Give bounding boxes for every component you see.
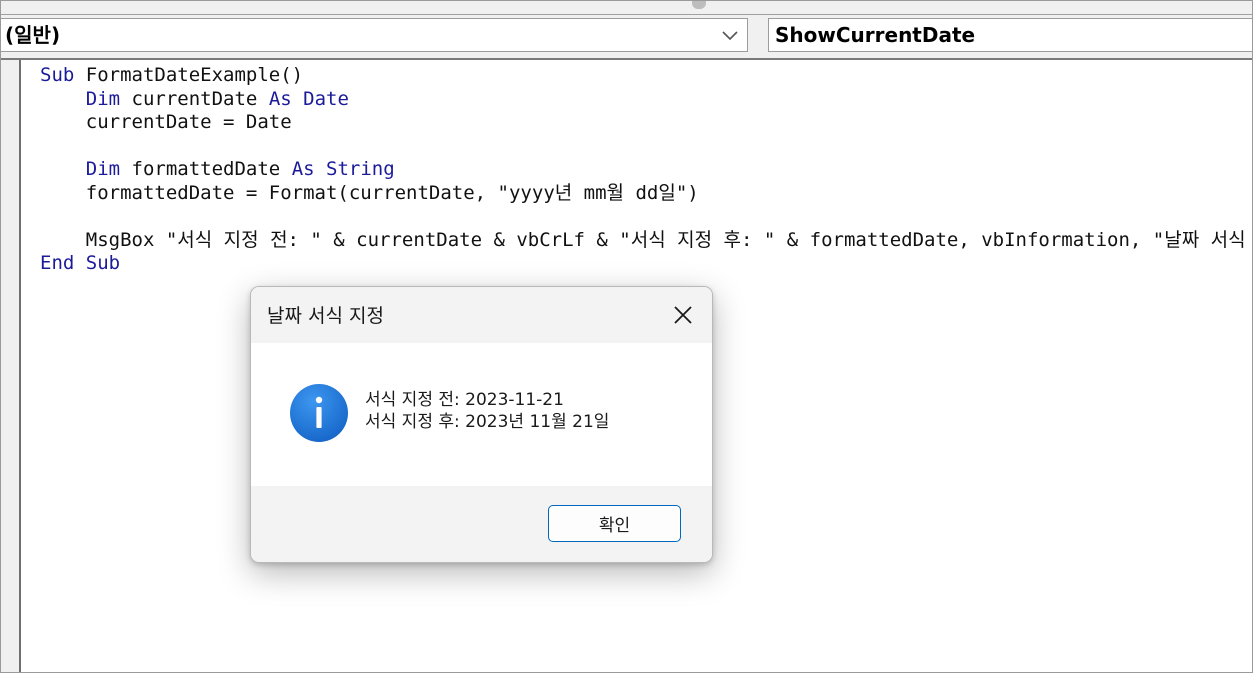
top-splitter[interactable] [0,0,1253,15]
msgbox-dialog: 날짜 서식 지정 서식 지정 전: 2023-11-21 서식 지정 후: 20… [250,286,713,563]
code-line[interactable]: Dim currentDate As Date [40,88,1250,112]
code-line[interactable]: currentDate = Date [40,111,1250,135]
code-keyword: Date [303,87,349,110]
margin-indicator-bar[interactable] [0,60,21,673]
dialog-titlebar[interactable]: 날짜 서식 지정 [251,287,712,343]
dialog-body: 서식 지정 전: 2023-11-21 서식 지정 후: 2023년 11월 2… [251,343,712,486]
dialog-title: 날짜 서식 지정 [267,305,384,327]
ok-button[interactable]: 확인 [548,505,681,542]
object-dropdown[interactable]: (일반) [0,18,748,52]
code-keyword: String [326,158,395,180]
code-text: formattedDate [120,158,292,180]
code-line[interactable] [40,205,1250,229]
code-keyword: Sub [40,64,75,86]
code-line[interactable]: Dim formattedDate As String [40,158,1250,182]
splitter-grip[interactable] [692,0,706,9]
procedure-dropdown-value: ShowCurrentDate [775,23,976,47]
code-keyword: As [291,158,315,180]
code-text: formattedDate = Format(currentDate, "yyy… [40,181,699,204]
object-dropdown-value: (일반) [5,23,61,47]
code-text: currentDate [120,87,269,110]
procedure-dropdown[interactable]: ShowCurrentDate [768,18,1253,52]
code-line[interactable]: formattedDate = Format(currentDate, "yyy… [40,182,1250,206]
code-keyword: As [268,87,292,110]
info-icon [289,383,349,443]
code-keyword: Dim [85,87,121,110]
code-line[interactable] [40,135,1250,159]
code-area[interactable]: Sub FormatDateExample() Dim currentDate … [40,64,1250,276]
code-line[interactable]: MsgBox "서식 지정 전: " & currentDate & vbCrL… [40,229,1250,253]
code-keyword: End Sub [40,252,121,274]
code-keyword: Dim [85,158,121,180]
code-text: currentDate = Date [40,111,292,133]
message-line-after: 서식 지정 후: 2023년 11월 21일 [365,412,610,432]
message-line-before: 서식 지정 전: 2023-11-21 [365,390,564,410]
dialog-footer: 확인 [251,486,712,562]
code-text: FormatDateExample() [74,64,304,86]
chevron-down-icon[interactable] [719,25,741,47]
code-text: MsgBox "서식 지정 전: " & currentDate & vbCrL… [40,228,1250,251]
dialog-message: 서식 지정 전: 2023-11-21 서식 지정 후: 2023년 11월 2… [365,389,609,433]
code-line[interactable]: Sub FormatDateExample() [40,64,1250,88]
editor-combo-bar: (일반) ShowCurrentDate [0,15,1253,60]
close-icon[interactable] [666,298,700,332]
code-line[interactable]: End Sub [40,252,1250,276]
